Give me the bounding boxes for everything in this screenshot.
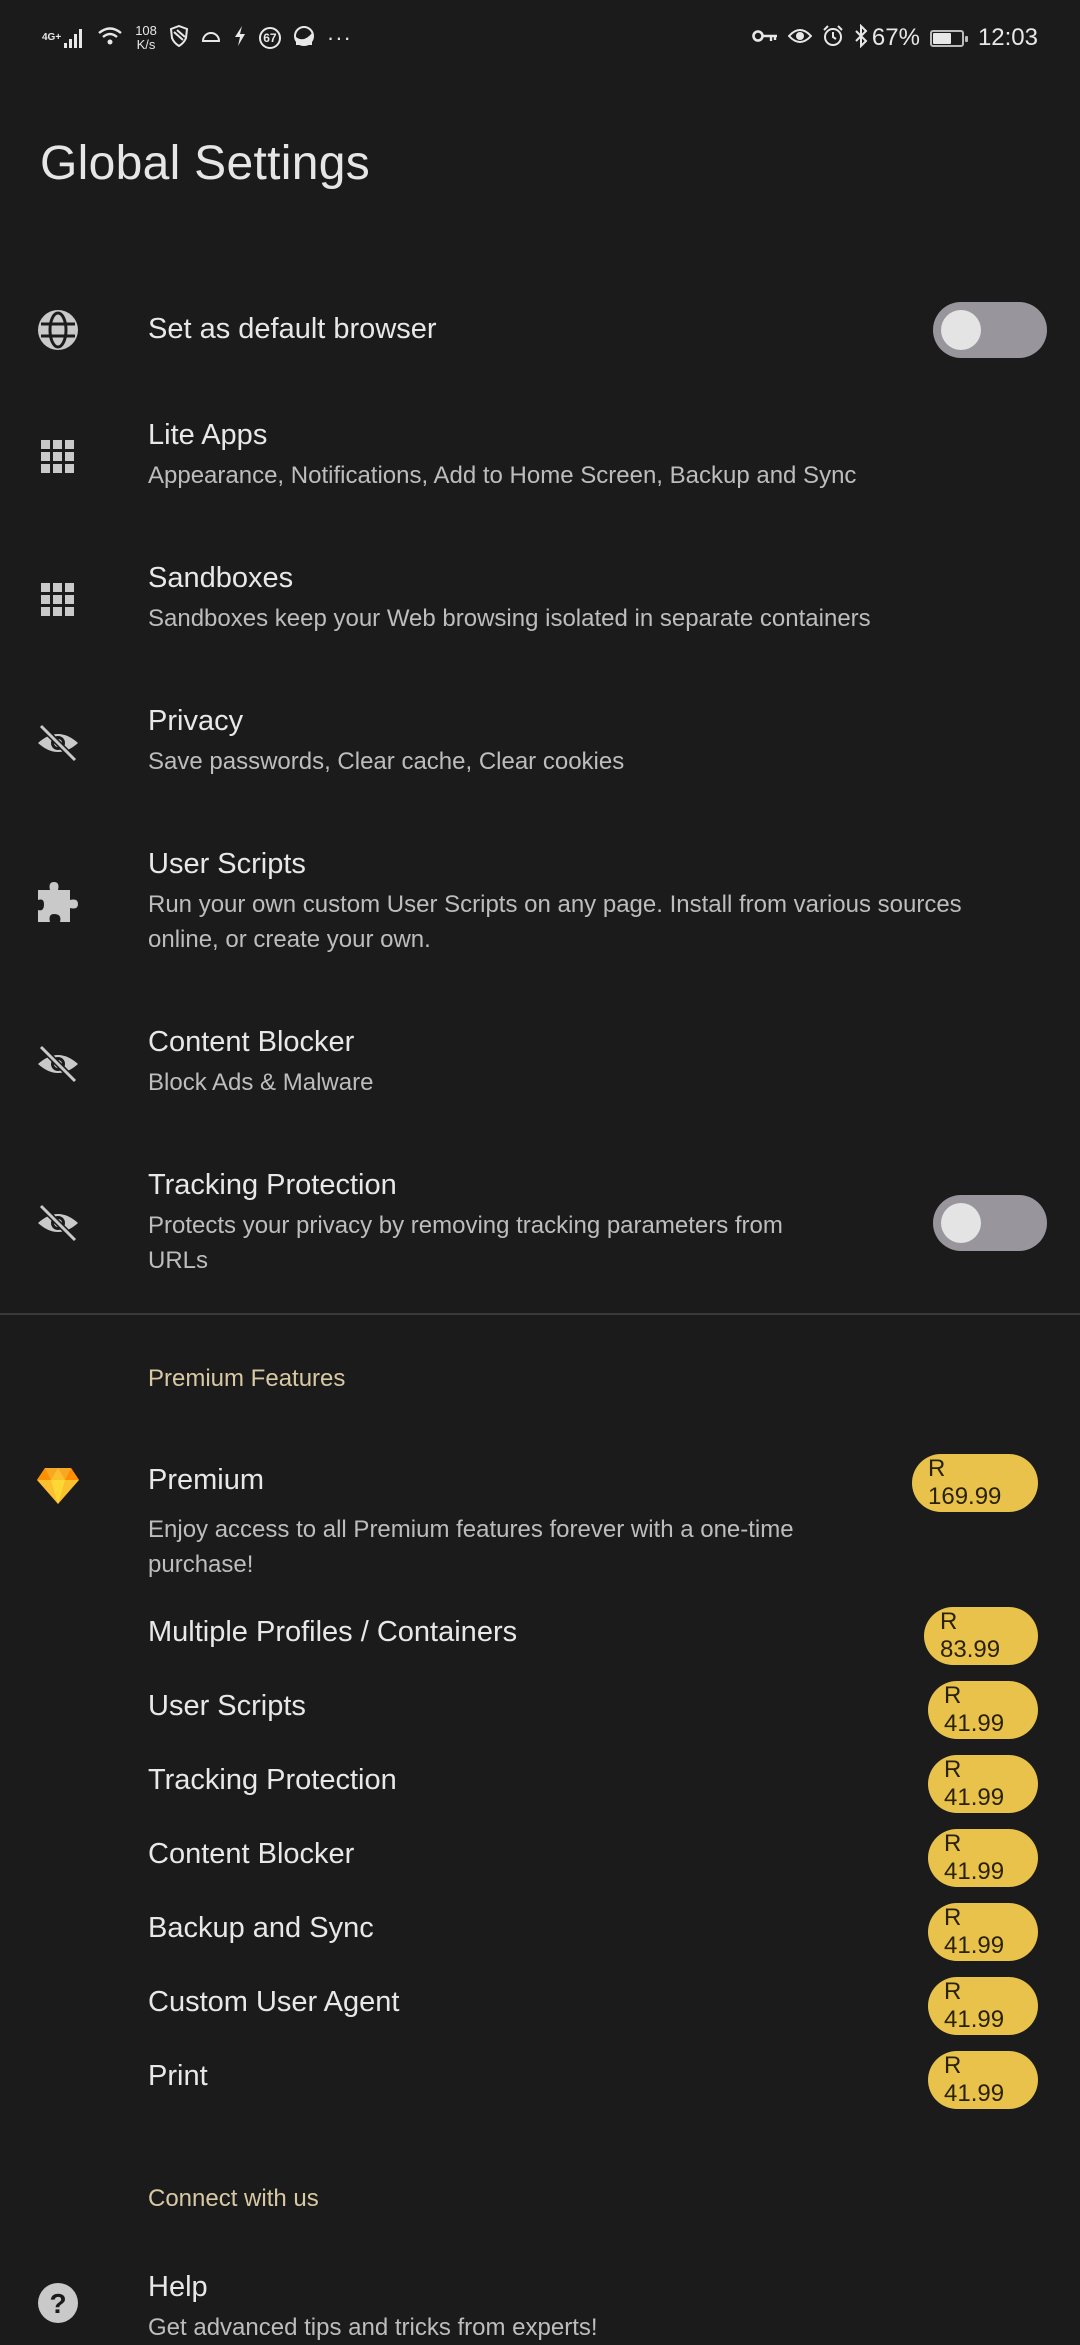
speed-value: 108: [135, 23, 157, 38]
setting-subtitle: Save passwords, Clear cache, Clear cooki…: [148, 748, 625, 775]
feature-price-button[interactable]: R 41.99: [928, 2051, 1038, 2109]
vpn-key-icon: [752, 29, 778, 48]
premium-features-header: Premium Features: [148, 1365, 346, 1392]
feature-title: Backup and Sync: [148, 1912, 374, 1944]
setting-title: Set as default browser: [148, 313, 437, 345]
premium-feature-row[interactable]: Content Blocker R 41.99: [0, 1826, 1080, 1890]
battery-icon: [929, 29, 968, 47]
shield-icon: [169, 24, 189, 52]
help-item[interactable]: ? Help Get advanced tips and tricks from…: [0, 2265, 1080, 2345]
puzzle-icon: [34, 878, 82, 926]
tracking-protection-toggle[interactable]: [933, 1195, 1047, 1251]
connect-header: Connect with us: [148, 2185, 319, 2212]
eye-icon: [787, 27, 813, 50]
status-bar-left: 4G+ 108 K/s 67 ···: [42, 18, 352, 58]
section-divider: [0, 1313, 1080, 1315]
premium-item[interactable]: Premium R 169.99 Enjoy access to all Pre…: [0, 1450, 1080, 1590]
diamond-icon: [34, 1462, 82, 1510]
bluetooth-icon: [854, 23, 868, 53]
feature-price-button[interactable]: R 41.99: [928, 1903, 1038, 1961]
setting-title: Privacy: [148, 705, 244, 737]
feature-title: Content Blocker: [148, 1838, 355, 1870]
wifi-icon: [97, 25, 123, 52]
setting-subtitle-line2: online, or create your own.: [148, 926, 431, 953]
premium-price-button[interactable]: R 169.99: [912, 1454, 1038, 1512]
setting-subtitle: Sandboxes keep your Web browsing isolate…: [148, 605, 871, 632]
feature-title: Print: [148, 2060, 208, 2092]
more-icon: ···: [326, 25, 352, 50]
setting-user-scripts[interactable]: User Scripts Run your own custom User Sc…: [0, 844, 1080, 974]
feature-title: Multiple Profiles / Containers: [148, 1616, 518, 1648]
setting-content-blocker[interactable]: Content Blocker Block Ads & Malware: [0, 1022, 1080, 1122]
feature-title: Custom User Agent: [148, 1986, 400, 2018]
setting-subtitle: Appearance, Notifications, Add to Home S…: [148, 462, 857, 489]
setting-title: User Scripts: [148, 848, 306, 880]
network-speed: 108 K/s: [135, 24, 157, 52]
clock: 12:03: [977, 24, 1038, 51]
page-title: Global Settings: [40, 137, 371, 190]
feature-price-button[interactable]: R 41.99: [928, 1829, 1038, 1887]
premium-desc-line1: Enjoy access to all Premium features for…: [148, 1516, 794, 1543]
feature-title: Tracking Protection: [148, 1764, 397, 1796]
status-bar-right: 67% 12:03: [752, 18, 1038, 58]
setting-default-browser[interactable]: Set as default browser: [0, 290, 1080, 370]
eye-off-icon: [34, 719, 82, 767]
speed-unit: K/s: [136, 37, 156, 52]
svg-text:?: ?: [49, 2288, 66, 2319]
signal-icon: 4G+: [42, 27, 85, 49]
premium-title: Premium: [148, 1464, 265, 1496]
grid-icon: [34, 433, 82, 481]
toggle-knob: [941, 310, 981, 350]
premium-feature-row[interactable]: Tracking Protection R 41.99: [0, 1752, 1080, 1816]
feature-price-button[interactable]: R 41.99: [928, 1681, 1038, 1739]
eye-off-icon: [34, 1199, 82, 1247]
badge-67-icon: 67: [258, 27, 281, 49]
half-circle-icon: [201, 29, 221, 48]
setting-lite-apps[interactable]: Lite Apps Appearance, Notifications, Add…: [0, 415, 1080, 515]
default-browser-toggle[interactable]: [933, 302, 1047, 358]
status-bar: 4G+ 108 K/s 67 ··· 67% 12:03: [0, 0, 1080, 75]
help-title: Help: [148, 2271, 208, 2303]
feature-title: User Scripts: [148, 1690, 306, 1722]
premium-feature-row[interactable]: Backup and Sync R 41.99: [0, 1900, 1080, 1964]
help-icon: ?: [34, 2279, 82, 2327]
premium-feature-row[interactable]: User Scripts R 41.99: [0, 1678, 1080, 1742]
flash-icon: [233, 25, 247, 51]
setting-privacy[interactable]: Privacy Save passwords, Clear cache, Cle…: [0, 701, 1080, 801]
setting-title: Content Blocker: [148, 1026, 355, 1058]
setting-title: Lite Apps: [148, 419, 268, 451]
network-type: 4G+: [42, 32, 62, 43]
setting-sandboxes[interactable]: Sandboxes Sandboxes keep your Web browsi…: [0, 558, 1080, 658]
feature-price-button[interactable]: R 41.99: [928, 1755, 1038, 1813]
setting-title: Sandboxes: [148, 562, 294, 594]
battery-percent: 67%: [871, 24, 920, 51]
feature-price-button[interactable]: R 41.99: [928, 1977, 1038, 2035]
premium-desc-line2: purchase!: [148, 1551, 254, 1578]
toggle-knob: [941, 1203, 981, 1243]
feature-price-button[interactable]: R 83.99: [924, 1607, 1038, 1665]
alarm-icon: [822, 24, 844, 52]
premium-feature-row[interactable]: Print R 41.99: [0, 2048, 1080, 2112]
setting-subtitle: Block Ads & Malware: [148, 1069, 374, 1096]
setting-subtitle-line1: Protects your privacy by removing tracki…: [148, 1212, 783, 1239]
setting-subtitle-line2: URLs: [148, 1247, 209, 1274]
premium-feature-row[interactable]: Custom User Agent R 41.99: [0, 1974, 1080, 2038]
setting-tracking-protection[interactable]: Tracking Protection Protects your privac…: [0, 1165, 1080, 1295]
globe-icon: [34, 306, 82, 354]
setting-title: Tracking Protection: [148, 1169, 397, 1201]
setting-subtitle-line1: Run your own custom User Scripts on any …: [148, 891, 962, 918]
premium-feature-row[interactable]: Multiple Profiles / Containers R 83.99: [0, 1604, 1080, 1668]
grid-icon: [34, 576, 82, 624]
eye-off-icon: [34, 1040, 82, 1088]
app-icon: [293, 25, 315, 52]
